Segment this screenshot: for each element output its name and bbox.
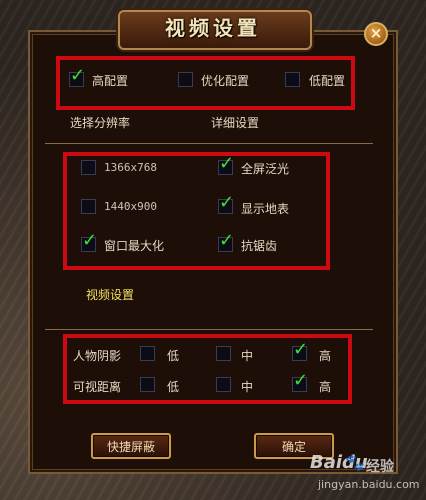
check-icon: ✓ xyxy=(70,65,86,86)
check-icon: ✓ xyxy=(293,370,309,391)
check-icon: ✓ xyxy=(82,230,98,251)
shadow-low-checkbox[interactable] xyxy=(140,346,155,361)
preset-optimized-checkbox[interactable] xyxy=(178,72,193,87)
preset-low-label: 低配置 xyxy=(309,74,346,88)
shadow-low-label: 低 xyxy=(167,349,180,363)
close-icon[interactable]: × xyxy=(364,22,388,46)
preset-high-label: 高配置 xyxy=(92,74,129,88)
res-1366-checkbox[interactable] xyxy=(81,160,96,175)
view-distance-high-label: 高 xyxy=(319,380,332,394)
resolution-link[interactable]: 选择分辨率 xyxy=(70,114,130,131)
video-settings-section-label: 视频设置 xyxy=(86,288,135,302)
fullscreen-bloom-checkbox[interactable]: ✓ xyxy=(218,155,234,175)
dialog-title: 视频设置 xyxy=(165,16,261,40)
view-distance-mid-checkbox[interactable] xyxy=(216,377,231,392)
show-ground-label: 显示地表 xyxy=(241,202,290,216)
check-icon: ✓ xyxy=(219,230,235,251)
show-ground-checkbox[interactable]: ✓ xyxy=(218,194,234,214)
preset-low-checkbox[interactable] xyxy=(285,72,300,87)
divider-bottom xyxy=(45,329,373,330)
view-distance-label: 可视距离 xyxy=(73,380,122,394)
view-distance-mid-label: 中 xyxy=(241,380,254,394)
window-maximize-label: 窗口最大化 xyxy=(104,239,165,253)
antialias-label: 抗锯齿 xyxy=(241,239,278,253)
res-1366-label: 1366x768 xyxy=(104,161,157,174)
shadow-mid-checkbox[interactable] xyxy=(216,346,231,361)
check-icon: ✓ xyxy=(219,192,235,213)
fullscreen-bloom-label: 全屏泛光 xyxy=(241,162,290,176)
view-distance-low-checkbox[interactable] xyxy=(140,377,155,392)
res-1440-checkbox[interactable] xyxy=(81,199,96,214)
window-maximize-checkbox[interactable]: ✓ xyxy=(81,232,97,252)
view-distance-high-checkbox[interactable]: ✓ xyxy=(292,372,308,392)
shadow-mid-label: 中 xyxy=(241,349,254,363)
preset-high-checkbox[interactable]: ✓ xyxy=(69,67,85,87)
divider-top xyxy=(45,143,373,144)
detail-settings-link[interactable]: 详细设置 xyxy=(211,114,259,131)
check-icon: ✓ xyxy=(219,153,235,174)
watermark-url: jingyan.baidu.com xyxy=(318,478,420,491)
shadow-high-label: 高 xyxy=(319,349,332,363)
check-icon: ✓ xyxy=(293,339,309,360)
watermark-brand-cn: 经验 xyxy=(366,459,394,475)
quick-shield-button[interactable]: 快捷屏蔽 xyxy=(91,433,171,459)
shadow-label: 人物阴影 xyxy=(73,349,122,363)
shadow-high-checkbox[interactable]: ✓ xyxy=(292,341,308,361)
antialias-checkbox[interactable]: ✓ xyxy=(218,232,234,252)
preset-optimized-label: 优化配置 xyxy=(201,74,250,88)
view-distance-low-label: 低 xyxy=(167,380,180,394)
res-1440-label: 1440x900 xyxy=(104,200,157,213)
paw-icon: 🐾 xyxy=(345,453,365,472)
